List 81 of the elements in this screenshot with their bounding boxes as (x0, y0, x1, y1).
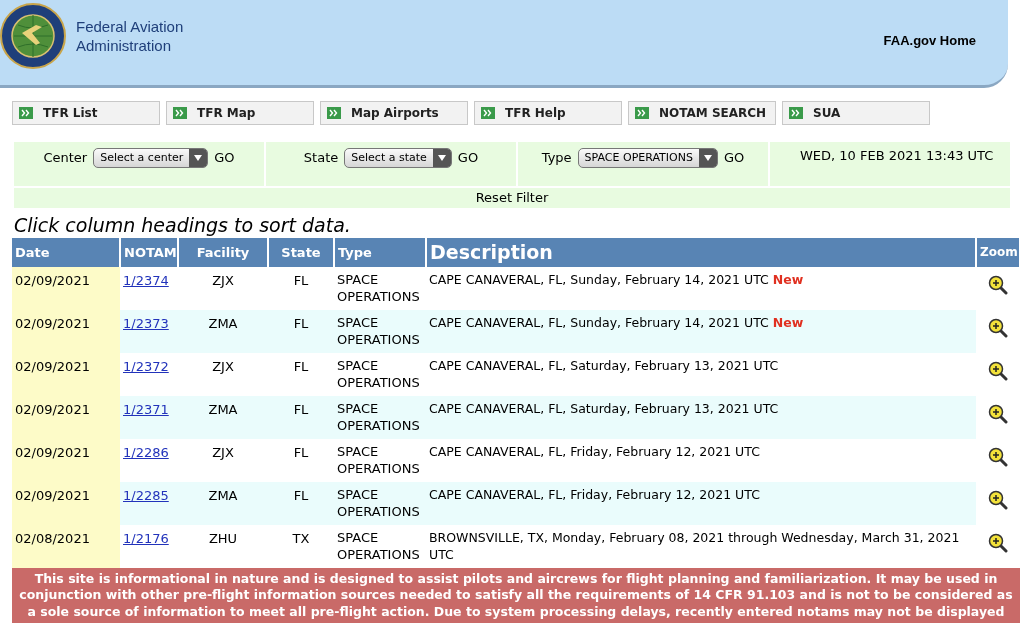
column-header[interactable]: Description (426, 238, 976, 267)
home-link[interactable]: FAA.gov Home (883, 31, 976, 51)
notam-link[interactable]: 1/2286 (123, 444, 169, 460)
new-label: New (772, 271, 804, 287)
agency-name: Administration (76, 36, 173, 55)
description-text: CAPE CANAVERAL, FL, Friday, February 12, 2021 UTC (429, 486, 760, 502)
reset-filter-button[interactable]: Reset Filter (475, 188, 549, 208)
timestamp-panel: WED, 10 FEB 2021 13:43 UTC (770, 142, 1010, 186)
date-cell: 02/09/2021 (12, 309, 120, 353)
nav-tab[interactable]: TFR Help (474, 101, 622, 125)
nav-tab[interactable]: TFR List (12, 101, 160, 125)
filter-label: Type (541, 149, 572, 167)
new-label: New (772, 314, 804, 330)
column-header[interactable]: Zoom (976, 238, 1020, 267)
column-header[interactable]: Type (334, 238, 426, 267)
dropdown[interactable]: Select a state (344, 148, 452, 168)
description-text: CAPE CANAVERAL, FL, Friday, February 12, 2021 UTC (429, 443, 760, 459)
nav-tab[interactable]: SUA (782, 101, 930, 125)
nav-tab[interactable]: TFR Map (166, 101, 314, 125)
type-cell: SPACE OPERATIONS (334, 481, 426, 525)
state-cell: FL (268, 481, 334, 525)
notam-link[interactable]: 1/2372 (123, 358, 169, 374)
date-cell: 02/09/2021 (12, 481, 120, 525)
magnifier-plus-icon[interactable] (988, 489, 1008, 510)
chevrons-icon (789, 107, 803, 119)
state-cell: FL (268, 309, 334, 353)
type-cell: SPACE OPERATIONS (334, 309, 426, 353)
type-cell: SPACE OPERATIONS (334, 266, 426, 310)
agency-name: Federal Aviation (76, 17, 184, 36)
chevrons-icon (635, 107, 649, 119)
magnifier-plus-icon[interactable] (988, 446, 1008, 467)
type-cell: SPACE OPERATIONS (334, 395, 426, 439)
nav-tab[interactable]: NOTAM SEARCH (628, 101, 776, 125)
chevrons-icon (19, 107, 33, 119)
date-cell: 02/09/2021 (12, 266, 120, 310)
seal-logo (0, 3, 66, 69)
magnifier-plus-icon[interactable] (988, 360, 1008, 381)
column-header[interactable]: Date (12, 238, 120, 267)
column-header[interactable]: Facility (178, 238, 268, 267)
go-link[interactable]: GO (457, 148, 479, 168)
state-cell: FL (268, 438, 334, 482)
dropdown[interactable]: SPACE OPERATIONS (577, 148, 718, 168)
facility-cell: ZJX (178, 266, 268, 310)
chevrons-icon (327, 107, 341, 119)
description-text: CAPE CANAVERAL, FL, Sunday, February 14, 2021 UTC (429, 271, 769, 287)
column-header[interactable]: State (268, 238, 334, 267)
magnifier-plus-icon[interactable] (988, 317, 1008, 338)
facility-cell: ZJX (178, 438, 268, 482)
magnifier-plus-icon[interactable] (988, 274, 1008, 295)
filter-label: Center (43, 149, 88, 167)
state-cell: FL (268, 266, 334, 310)
filter-label: State (303, 149, 339, 167)
go-link[interactable]: GO (214, 148, 235, 168)
facility-cell: ZMA (178, 481, 268, 525)
chevrons-icon (481, 107, 495, 119)
nav-tab[interactable]: Map Airports (320, 101, 468, 125)
type-cell: SPACE OPERATIONS (334, 438, 426, 482)
description-text: BROWNSVILLE, TX, Monday, February 08, 2021 through Wednesday, March 31, 2021 UTC (429, 529, 960, 562)
facility-cell: ZMA (178, 395, 268, 439)
go-link[interactable]: GO (723, 148, 745, 168)
description-text: CAPE CANAVERAL, FL, Sunday, February 14, 2021 UTC (429, 314, 769, 330)
notam-link[interactable]: 1/2176 (123, 530, 169, 546)
description-text: CAPE CANAVERAL, FL, Saturday, February 13, 2021 UTC (429, 400, 779, 416)
type-cell: SPACE OPERATIONS (334, 352, 426, 396)
notam-link[interactable]: 1/2374 (123, 272, 169, 288)
disclaimer-banner: This site is informational in nature and is designed to assist pilots and aircrews for flight planning and familiarization. It may be used in conjunction with other pre-flight information sources needed to satisfy all the requirements of 14 CFR 91.103 and is not to be considered as a sole source of information to meet all pre-flight action. Due to system processing delays, recently entered notams may not be displayed (12, 567, 1020, 623)
state-cell: FL (268, 395, 334, 439)
date-cell: 02/09/2021 (12, 438, 120, 482)
date-cell: 02/08/2021 (12, 524, 120, 568)
magnifier-plus-icon[interactable] (988, 532, 1008, 553)
facility-cell: ZMA (178, 309, 268, 353)
magnifier-plus-icon[interactable] (988, 403, 1008, 424)
description-text: CAPE CANAVERAL, FL, Saturday, February 13, 2021 UTC (429, 357, 779, 373)
date-cell: 02/09/2021 (12, 395, 120, 439)
date-cell: 02/09/2021 (12, 352, 120, 396)
state-cell: FL (268, 352, 334, 396)
chevrons-icon (173, 107, 187, 119)
instructions-text: Click column headings to sort data. (14, 213, 352, 238)
facility-cell: ZJX (178, 352, 268, 396)
dropdown[interactable]: Select a center (93, 148, 209, 168)
column-header[interactable]: NOTAM (120, 238, 178, 267)
